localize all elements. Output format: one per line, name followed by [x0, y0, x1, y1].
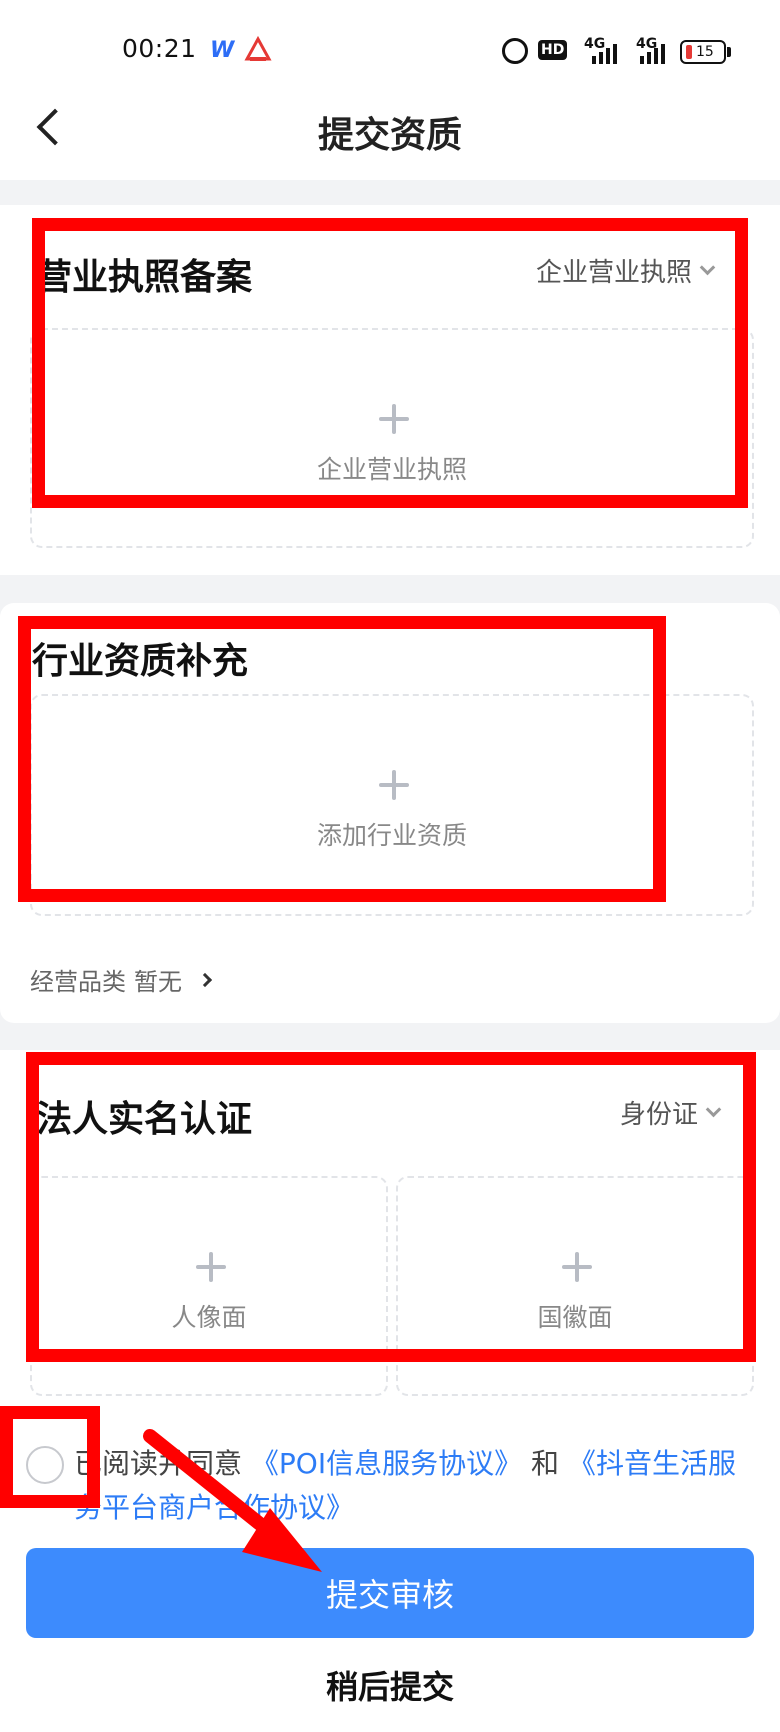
license-type-select[interactable]: 企业营业执照: [536, 252, 716, 289]
id-back-upload-box[interactable]: 国徽面: [396, 1176, 754, 1396]
plus-icon: [562, 1252, 592, 1282]
page-title: 提交资质: [317, 115, 462, 156]
license-type-value: 企业营业执照: [536, 258, 693, 288]
signal-bars-1-icon: [592, 44, 617, 64]
wps-icon: W: [210, 38, 235, 63]
legal-section-title: 法人实名认证: [36, 1099, 253, 1140]
agreement-text: 已阅读并同意 《POI信息服务协议》 和 《抖音生活服务平台商户合作协议》: [74, 1442, 754, 1530]
plus-icon: [196, 1252, 226, 1282]
agreement-prefix: 已阅读并同意: [74, 1447, 243, 1480]
signal-bars-2-icon: [640, 44, 665, 64]
app-logo-icon: [244, 36, 272, 61]
battery-percent: 15: [696, 44, 714, 60]
id-front-upload-box[interactable]: 人像面: [30, 1176, 388, 1396]
license-section-title: 营业执照备案: [36, 257, 253, 298]
submit-button[interactable]: 提交审核: [26, 1548, 754, 1638]
license-upload-label: 企业营业执照: [316, 455, 467, 484]
id-type-value: 身份证: [620, 1100, 699, 1130]
plus-icon: [379, 404, 409, 434]
battery-tip: [727, 47, 731, 57]
id-type-select[interactable]: 身份证: [620, 1094, 722, 1131]
alarm-icon: [502, 38, 528, 64]
chevron-down-icon: [699, 259, 716, 276]
plus-icon: [379, 770, 409, 800]
battery-icon: 15: [680, 40, 726, 64]
status-time: 00:21: [122, 34, 197, 63]
id-back-label: 国徽面: [537, 1303, 613, 1332]
poi-agreement-link[interactable]: 《POI信息服务协议》: [251, 1447, 522, 1480]
agreement-conj: 和: [531, 1447, 560, 1480]
category-label: 经营品类: [30, 968, 126, 996]
battery-level: [686, 45, 692, 59]
id-front-label: 人像面: [171, 1303, 247, 1332]
submit-later-button[interactable]: 稍后提交: [0, 1662, 780, 1708]
chevron-right-icon: [197, 972, 213, 987]
industry-section-title: 行业资质补充: [32, 641, 249, 682]
category-value: 暂无: [134, 968, 182, 996]
license-upload-box[interactable]: 企业营业执照: [30, 328, 754, 548]
hd-badge: HD: [538, 40, 568, 60]
chevron-down-icon: [705, 1101, 722, 1118]
industry-upload-label: 添加行业资质: [316, 821, 467, 850]
agree-checkbox[interactable]: [26, 1446, 64, 1484]
industry-upload-box[interactable]: 添加行业资质: [30, 694, 754, 916]
category-row[interactable]: 经营品类 暂无: [30, 962, 213, 997]
